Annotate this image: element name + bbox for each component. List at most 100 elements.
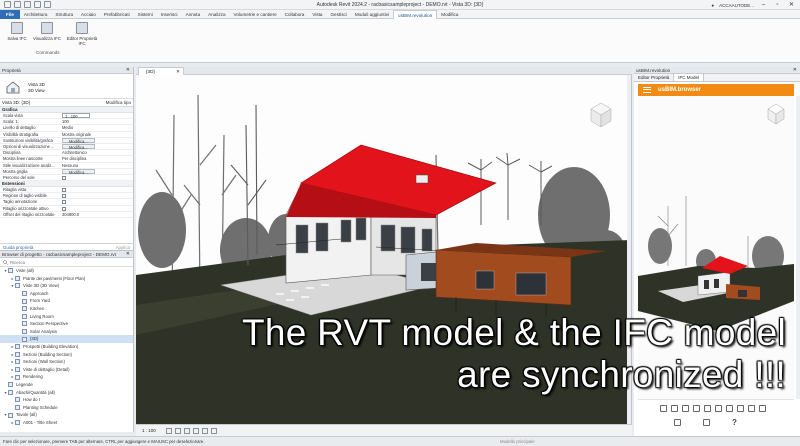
help-icon[interactable]: ? bbox=[732, 419, 737, 427]
browser-item-label: Viste (all) bbox=[16, 268, 34, 273]
detail-level-icon[interactable] bbox=[166, 428, 172, 434]
view-icon bbox=[15, 420, 20, 426]
browser-item[interactable]: Legende bbox=[0, 381, 133, 389]
property-row: Offset del ritaglio orizzontale 304800.0 bbox=[0, 212, 133, 218]
visual-style-icon[interactable] bbox=[175, 428, 181, 434]
close-icon[interactable]: ✕ bbox=[793, 67, 797, 74]
ifc-scrollbar[interactable] bbox=[796, 96, 800, 399]
ifc-property-editor-button[interactable]: Editor Proprietà IFC bbox=[64, 22, 100, 46]
ribbon-tab[interactable]: Moduli aggiuntivi bbox=[351, 10, 393, 19]
property-edit-button[interactable]: Modifica... bbox=[62, 143, 95, 150]
browser-item[interactable]: Solar Analysis bbox=[0, 328, 133, 336]
camera-icon[interactable] bbox=[671, 405, 678, 412]
browser-item[interactable]: {3D} bbox=[0, 335, 133, 343]
property-edit-button[interactable]: Modifica... bbox=[62, 137, 95, 143]
save-ifc-button[interactable]: Salva IFC bbox=[2, 22, 32, 41]
view-tab-3d[interactable]: {3D} ✕ bbox=[138, 67, 184, 75]
isolate-icon[interactable] bbox=[726, 405, 733, 412]
browser-search-input[interactable] bbox=[10, 259, 128, 266]
browser-item[interactable]: Section Perspective bbox=[0, 320, 133, 328]
ribbon-tab[interactable]: usBIM.revolution bbox=[393, 9, 438, 19]
browser-item[interactable]: ▸ Sezioni (Building Section) bbox=[0, 351, 133, 359]
browser-item-label: Piante dei pavimenti (Floor Plan) bbox=[23, 275, 86, 281]
property-value: Modifica... bbox=[60, 143, 133, 150]
property-checkbox[interactable] bbox=[62, 200, 66, 205]
browser-item[interactable]: ▸ A001 - Title Sheet bbox=[0, 419, 133, 427]
ribbon-tab[interactable]: Annota bbox=[182, 10, 205, 19]
pencil-icon[interactable] bbox=[737, 405, 744, 412]
ribbon-tab[interactable]: Struttura bbox=[51, 10, 77, 19]
maximize-button[interactable]: ▫ bbox=[773, 1, 782, 9]
ribbon-tab[interactable]: Volumetrie e cantiere bbox=[230, 10, 281, 19]
property-checkbox[interactable] bbox=[62, 175, 66, 180]
property-value-input[interactable]: 1 : 100 bbox=[62, 113, 90, 119]
browser-item[interactable]: ▸ Viste di dettaglio (Detail) bbox=[0, 366, 133, 374]
browser-header: Browser di progetto - racbasicsampleproj… bbox=[0, 251, 133, 258]
measure-icon[interactable] bbox=[704, 405, 711, 412]
property-name: Ritaglio orizzontale attivo bbox=[3, 205, 49, 211]
shadows-icon[interactable] bbox=[193, 428, 199, 434]
browser-item[interactable]: ▸ Rendering bbox=[0, 373, 133, 381]
close-icon[interactable]: ✕ bbox=[176, 68, 180, 75]
crop-icon[interactable] bbox=[211, 428, 217, 434]
view-icon bbox=[15, 397, 20, 403]
property-name: Regione di taglio visibile bbox=[3, 193, 47, 199]
browser-item[interactable]: Kitchen bbox=[0, 305, 133, 313]
home-view-icon[interactable] bbox=[660, 405, 667, 412]
close-button[interactable]: ✕ bbox=[787, 1, 796, 9]
view-ifc-button[interactable]: Visualizza IFC bbox=[32, 22, 62, 41]
browser-item[interactable]: ▸ Piante dei pavimenti (Floor Plan) bbox=[0, 275, 133, 283]
browser-item[interactable]: ▾ Tavole (all) bbox=[0, 411, 133, 419]
user-icon[interactable]: ● bbox=[711, 3, 714, 8]
ribbon-tab[interactable]: Vista bbox=[308, 10, 326, 19]
menu-icon[interactable] bbox=[643, 87, 651, 93]
edit-type-button[interactable]: Modifica tipo bbox=[106, 99, 131, 107]
type-sub: 3D View bbox=[28, 88, 45, 93]
render-icon[interactable] bbox=[202, 428, 208, 434]
ribbon-tab[interactable]: Architettura bbox=[20, 10, 52, 19]
palette-icon[interactable] bbox=[748, 405, 755, 412]
hide-icon[interactable] bbox=[715, 405, 722, 412]
property-checkbox[interactable] bbox=[62, 206, 66, 211]
status-model[interactable]: Modello principale bbox=[500, 437, 535, 446]
screenshot-icon[interactable] bbox=[674, 419, 681, 426]
minimize-button[interactable]: – bbox=[759, 1, 768, 9]
browser-item[interactable]: From Yard bbox=[0, 297, 133, 305]
ribbon-tab[interactable]: Sistemi bbox=[134, 10, 157, 19]
browser-item[interactable]: Planting Schedule bbox=[0, 404, 133, 412]
tab-ifc-model[interactable]: IFC Model bbox=[674, 74, 705, 81]
property-checkbox[interactable] bbox=[62, 188, 66, 193]
ribbon-tab[interactable]: Analizza bbox=[204, 10, 229, 19]
sun-path-icon[interactable] bbox=[184, 428, 190, 434]
property-name: Livello di dettaglio bbox=[3, 125, 36, 131]
view-scale[interactable]: 1 : 100 bbox=[142, 428, 156, 433]
ribbon-tab[interactable]: Acciaio bbox=[77, 10, 100, 19]
type-selector[interactable]: Vista 3D 3D View bbox=[0, 74, 133, 99]
section-icon[interactable] bbox=[682, 405, 689, 412]
ribbon-tab[interactable]: Collabora bbox=[281, 10, 309, 19]
browser-item[interactable]: ▾ Viste (all) bbox=[0, 267, 133, 275]
ribbon-tab[interactable]: File bbox=[0, 9, 20, 19]
browser-item[interactable]: How do I bbox=[0, 396, 133, 404]
property-checkbox[interactable] bbox=[62, 194, 66, 199]
user-name[interactable]: ACCAAUTODE... bbox=[719, 3, 754, 8]
browser-item[interactable]: ▾ Abachi/Quantità (all) bbox=[0, 389, 133, 397]
tab-property-editor[interactable]: Editor Proprietà bbox=[634, 74, 675, 81]
caption-line-2: are synchronized !!! bbox=[457, 354, 786, 395]
browser-item[interactable]: ▸ Prospetti (Building Elevation) bbox=[0, 343, 133, 351]
browser-item[interactable]: Approach bbox=[0, 290, 133, 298]
settings-gear-icon[interactable] bbox=[703, 419, 710, 426]
instance-selector[interactable]: Vista 3D: {3D} Modifica tipo bbox=[0, 99, 133, 107]
globe-icon[interactable] bbox=[759, 405, 766, 412]
ribbon-tab[interactable]: Inserisci bbox=[157, 10, 182, 19]
browser-item[interactable]: Living Room bbox=[0, 313, 133, 321]
ribbon-tab[interactable]: Prefabbricati bbox=[100, 10, 134, 19]
close-icon[interactable]: ✕ bbox=[126, 251, 130, 258]
ribbon-tab[interactable]: Gestisci bbox=[326, 10, 350, 19]
close-icon[interactable]: ✕ bbox=[126, 67, 130, 74]
walk-icon[interactable] bbox=[693, 405, 700, 412]
browser-item[interactable]: ▸ Sezioni (Wall Section) bbox=[0, 358, 133, 366]
ribbon-tab[interactable]: Modifica bbox=[437, 10, 462, 19]
property-edit-button[interactable]: Modifica... bbox=[62, 168, 95, 174]
browser-item[interactable]: ▾ Viste 3D (3D View) bbox=[0, 282, 133, 290]
